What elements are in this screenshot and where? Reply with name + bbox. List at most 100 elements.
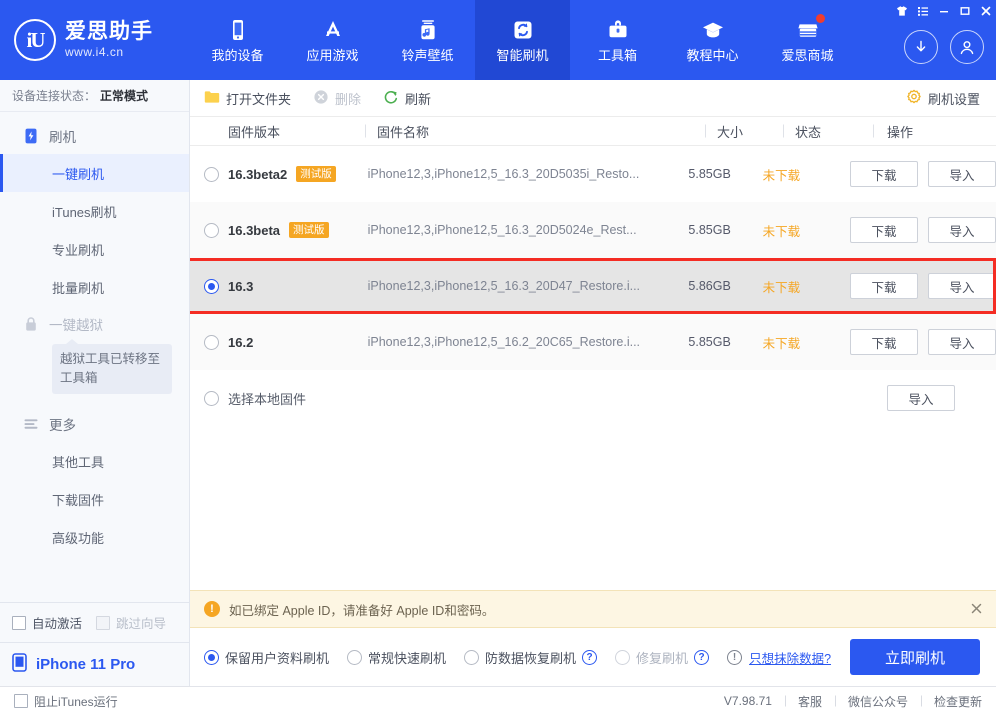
sidebar-group-label: 刷机 — [49, 130, 76, 145]
download-circle-icon[interactable] — [904, 30, 938, 64]
option-label: 防数据恢复刷机 — [485, 650, 577, 666]
sidebar-item-pro-flash[interactable]: 专业刷机 — [0, 230, 189, 268]
delete-button[interactable]: 删除 — [313, 89, 361, 108]
sidebar-group-jailbreak: 一键越狱 — [0, 306, 189, 342]
sidebar-item-other-tools[interactable]: 其他工具 — [0, 442, 189, 480]
sidebar-item-batch-flash[interactable]: 批量刷机 — [0, 268, 189, 306]
table-row[interactable]: 16.2 iPhone12,3,iPhone12,5_16.2_20C65_Re… — [190, 314, 996, 370]
nav-label: 应用游戏 — [306, 48, 359, 63]
list-icon[interactable] — [912, 0, 933, 21]
table-header: 固件版本 固件名称 大小 状态 操作 — [190, 116, 996, 146]
download-button[interactable]: 下载 — [850, 217, 918, 243]
flash-options-bar: 保留用户资料刷机 常规快速刷机 防数据恢复刷机 ? 修复刷机 ? ! 只想抹除数… — [190, 628, 996, 686]
nav-item-smart-flash[interactable]: 智能刷机 — [475, 0, 570, 80]
nav-item-apps-games[interactable]: 应用游戏 — [285, 0, 380, 80]
firmware-version: 16.3 — [228, 278, 254, 294]
option-anti-recovery-flash[interactable]: 防数据恢复刷机 ? — [464, 648, 598, 667]
connection-status: 设备连接状态： 正常模式 — [0, 80, 189, 112]
top-header: iU 爱思助手 www.i4.cn 我的设备 应用游戏 铃声壁纸 智能刷机 工具… — [0, 0, 996, 80]
minimize-icon[interactable] — [933, 0, 954, 21]
sidebar-group-more: 更多 — [0, 406, 189, 442]
nav-item-ringtone-wallpaper[interactable]: 铃声壁纸 — [380, 0, 475, 80]
option-label: 常规快速刷机 — [368, 650, 447, 666]
option-radio[interactable] — [464, 649, 480, 665]
erase-data-link-group[interactable]: ! 只想抹除数据? — [727, 648, 831, 667]
download-button[interactable]: 下载 — [850, 161, 918, 187]
shirt-icon[interactable] — [891, 0, 912, 21]
table-row-local-firmware[interactable]: 选择本地固件 导入 — [190, 370, 996, 426]
skip-wizard-checkbox[interactable]: 跳过向导 — [96, 613, 166, 632]
wechat-link[interactable]: 微信公众号 — [835, 693, 921, 710]
graduation-cap-icon — [700, 17, 726, 43]
row-radio[interactable] — [204, 278, 219, 294]
option-normal-fast-flash[interactable]: 常规快速刷机 — [347, 648, 446, 667]
column-header-action: 操作 — [873, 122, 996, 141]
gear-icon — [906, 89, 922, 108]
notice-text: 如已绑定 Apple ID，请准备好 Apple ID和密码。 — [229, 603, 495, 618]
column-header-version: 固件版本 — [228, 124, 281, 140]
brand-logo-area: iU 爱思助手 www.i4.cn — [0, 0, 190, 80]
erase-data-link[interactable]: 只想抹除数据? — [749, 648, 831, 667]
row-radio[interactable] — [204, 166, 219, 182]
row-radio[interactable] — [204, 390, 219, 406]
import-button[interactable]: 导入 — [928, 217, 996, 243]
notice-bar: ! 如已绑定 Apple ID，请准备好 Apple ID和密码。 — [190, 590, 996, 628]
row-radio[interactable] — [204, 222, 219, 238]
option-repair-flash[interactable]: 修复刷机 ? — [615, 648, 710, 667]
nav-item-shop[interactable]: 爱思商城 — [760, 0, 855, 80]
import-button[interactable]: 导入 — [928, 329, 996, 355]
option-radio[interactable] — [204, 649, 219, 665]
table-row[interactable]: 16.3beta2 测试版 iPhone12,3,iPhone12,5_16.3… — [190, 146, 996, 202]
nav-label: 我的设备 — [211, 48, 264, 63]
table-row[interactable]: 16.3beta 测试版 iPhone12,3,iPhone12,5_16.3_… — [190, 202, 996, 258]
sidebar-item-label: 批量刷机 — [52, 280, 105, 296]
checkbox-label: 阻止iTunes运行 — [34, 694, 118, 709]
import-button[interactable]: 导入 — [928, 273, 996, 299]
flash-settings-button[interactable]: 刷机设置 — [906, 89, 980, 108]
download-button[interactable]: 下载 — [850, 329, 918, 355]
account-circle-icon[interactable] — [950, 30, 984, 64]
import-button[interactable]: 导入 — [928, 161, 996, 187]
nav-item-toolbox[interactable]: 工具箱 — [570, 0, 665, 80]
close-icon[interactable] — [971, 601, 982, 618]
connected-device[interactable]: iPhone 11 Pro — [0, 642, 189, 686]
main-nav: 我的设备 应用游戏 铃声壁纸 智能刷机 工具箱 教程中心 爱思商城 — [190, 0, 855, 80]
shop-icon — [795, 14, 825, 43]
nav-label: 铃声壁纸 — [401, 48, 454, 63]
sidebar-item-advanced[interactable]: 高级功能 — [0, 518, 189, 556]
nav-label: 爱思商城 — [781, 48, 834, 63]
sidebar-item-download-firmware[interactable]: 下载固件 — [0, 480, 189, 518]
help-icon[interactable]: ? — [582, 649, 598, 665]
help-icon[interactable]: ? — [694, 649, 710, 665]
sidebar-item-label: 高级功能 — [52, 530, 105, 546]
flash-now-button[interactable]: 立即刷机 — [850, 639, 980, 675]
status-bar: 阻止iTunes运行 V7.98.71 客服 微信公众号 检查更新 — [0, 686, 996, 715]
firmware-state: 未下载 — [762, 224, 801, 239]
sidebar-item-one-key-flash[interactable]: 一键刷机 — [0, 154, 189, 192]
maximize-icon[interactable] — [954, 0, 975, 21]
sidebar-item-itunes-flash[interactable]: iTunes刷机 — [0, 192, 189, 230]
open-folder-button[interactable]: 打开文件夹 — [204, 89, 291, 108]
nav-item-my-device[interactable]: 我的设备 — [190, 0, 285, 80]
app-version: V7.98.71 — [723, 694, 772, 708]
option-radio[interactable] — [347, 649, 363, 665]
option-radio[interactable] — [615, 649, 631, 665]
auto-activate-checkbox[interactable]: 自动激活 — [12, 613, 82, 632]
device-name: iPhone 11 Pro — [36, 656, 136, 673]
refresh-button[interactable]: 刷新 — [383, 89, 431, 108]
table-row-selected[interactable]: 16.3 iPhone12,3,iPhone12,5_16.3_20D47_Re… — [190, 258, 996, 314]
check-update-link[interactable]: 检查更新 — [921, 693, 982, 710]
local-firmware-label: 选择本地固件 — [228, 391, 307, 407]
row-radio[interactable] — [204, 334, 219, 350]
import-button[interactable]: 导入 — [887, 385, 955, 411]
column-header-name: 固件名称 — [365, 122, 705, 141]
block-itunes-checkbox[interactable]: 阻止iTunes运行 — [14, 693, 118, 710]
nav-item-tutorial-center[interactable]: 教程中心 — [665, 0, 760, 80]
option-keep-user-data[interactable]: 保留用户资料刷机 — [204, 648, 329, 667]
sidebar-item-label: 一键刷机 — [52, 166, 105, 182]
checkbox-box — [96, 615, 111, 630]
download-button[interactable]: 下载 — [850, 273, 918, 299]
close-icon[interactable] — [975, 0, 996, 21]
customer-service-link[interactable]: 客服 — [785, 693, 835, 710]
refresh-label: 刷新 — [405, 91, 432, 107]
